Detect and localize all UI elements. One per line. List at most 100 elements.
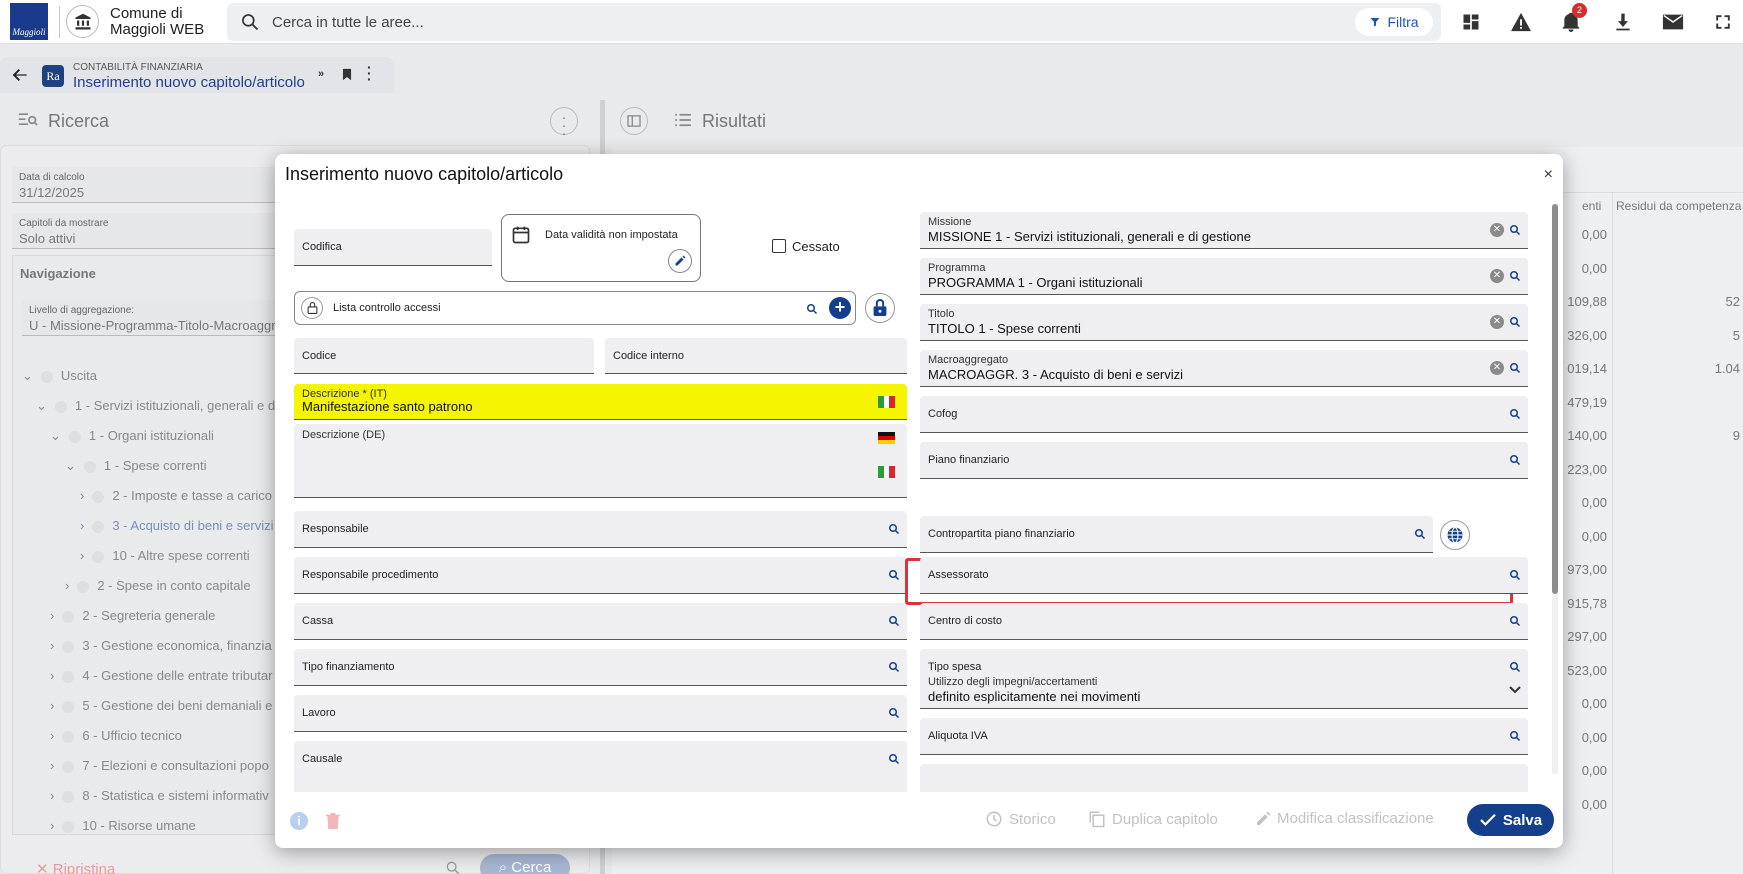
trash-icon[interactable] [325,812,341,830]
search-icon[interactable] [1509,224,1521,236]
clear-icon[interactable]: ✕ [1490,223,1504,237]
tree-item[interactable]: › 8 - Statistica e sistemi informativ [50,788,269,803]
left-field-1[interactable]: Responsabile procedimento [294,557,907,594]
titolo-field[interactable]: Titolo TITOLO 1 - Spese correnti ✕ [920,304,1528,341]
cofog-field[interactable]: Cofog [920,396,1528,433]
search-icon[interactable] [888,569,900,581]
codice-interno-field[interactable]: Codice interno [605,338,907,374]
search-icon[interactable] [1509,454,1521,466]
tree-item[interactable]: › 4 - Gestione delle entrate tributar [50,668,272,683]
storico-button[interactable]: Storico [985,810,1056,828]
search-placeholder[interactable]: Cerca in tutte le aree... [272,14,424,31]
search-icon[interactable] [806,303,818,315]
search-icon[interactable] [1509,362,1521,374]
tree-item[interactable]: › 10 - Risorse umane [50,818,196,833]
tree-item[interactable]: › 2 - Segreteria generale [50,608,215,623]
codifica-field[interactable]: Codifica [294,229,492,266]
dashboard-icon[interactable] [1455,6,1487,38]
mail-icon[interactable] [1657,6,1689,38]
scrollbar-thumb[interactable] [1552,204,1558,594]
zoom-icon[interactable] [445,860,461,874]
clear-icon[interactable]: ✕ [1490,361,1504,375]
left-field-0[interactable]: Responsabile [294,511,907,548]
search-icon[interactable] [888,615,900,627]
clear-icon[interactable]: ✕ [1490,315,1504,329]
info-icon[interactable]: i [290,812,308,830]
search-icon[interactable] [1509,569,1521,581]
tree-item[interactable]: › 3 - Gestione economica, finanzia [50,638,272,653]
tree-item[interactable]: › 10 - Altre spese correnti [80,548,250,563]
search-icon[interactable] [1509,316,1521,328]
aliquota-field[interactable]: Aliquota IVA [920,718,1528,755]
warning-icon[interactable] [1505,6,1537,38]
cessato-checkbox[interactable] [772,239,786,253]
bank-icon[interactable] [66,5,99,38]
utilizzo-field[interactable]: Utilizzo degli impegni/accertamenti defi… [920,672,1528,709]
notifications-icon[interactable]: 2 [1555,3,1587,38]
tree-item-selected[interactable]: › 3 - Acquisto di beni e servizi [80,518,273,533]
open-tab[interactable]: Ra CONTABILITÀ FINANZIARIA Inserimento n… [0,57,394,93]
add-icon[interactable]: + [829,297,851,319]
right-field-1[interactable]: Centro di costo [920,603,1528,640]
tree-item[interactable]: › 5 - Gestione dei beni demaniali e [50,698,272,713]
ripristina-button[interactable]: ✕ Ripristina [36,860,115,874]
search-icon[interactable] [1509,270,1521,282]
bookmark-icon[interactable] [342,68,352,81]
global-search[interactable]: Cerca in tutte le aree... Filtra [227,3,1441,41]
tree-item[interactable]: ⌄ 1 - Organi istituzionali [50,428,214,444]
lock-button[interactable] [865,293,895,323]
tree-item[interactable]: ⌄ Uscita [22,368,97,384]
data-validita-box[interactable]: Data validità non impostata [501,214,701,282]
tree-item[interactable]: › 2 - Imposte e tasse a carico [80,488,272,503]
right-field-0[interactable]: Assessorato [920,557,1528,594]
search-icon[interactable] [888,661,900,673]
left-field-4[interactable]: Lavoro [294,695,907,732]
tree-item[interactable]: › 6 - Ufficio tecnico [50,728,182,743]
duplica-button[interactable]: Duplica capitolo [1088,810,1218,828]
maggioli-logo[interactable]: Maggioli [10,3,48,40]
german-flag-icon[interactable] [878,432,895,444]
tab-menu-icon[interactable]: · · · [367,60,372,86]
search-icon[interactable] [1509,615,1521,627]
search-icon[interactable] [1509,408,1521,420]
cerca-button[interactable]: ⌕ Cerca [480,854,570,874]
dialog-scrollbar[interactable] [1552,204,1558,774]
tree-item[interactable]: › 2 - Spese in conto capitale [65,578,251,593]
tree-item[interactable]: ⌄ 1 - Servizi istituzionali, generali e d… [36,398,278,414]
tree-item[interactable]: › 7 - Elezioni e consultazioni popo [50,758,269,773]
italian-flag-icon[interactable] [878,395,896,408]
extra-field[interactable] [920,764,1528,792]
download-icon[interactable] [1607,6,1639,38]
globe-button[interactable] [1440,520,1470,550]
filter-button[interactable]: Filtra [1355,8,1433,36]
tree-item[interactable]: ⌄ 1 - Spese correnti [65,458,207,474]
lista-controllo-field[interactable]: Lista controllo accessi + [294,291,856,325]
search-pane-menu-icon[interactable]: · · · [550,107,578,140]
missione-field[interactable]: Missione MISSIONE 1 - Servizi istituzion… [920,212,1528,249]
chevron-down-icon[interactable] [1509,686,1521,694]
left-field-3[interactable]: Tipo finanziamento [294,649,907,686]
save-button[interactable]: Salva [1467,804,1554,836]
codice-field[interactable]: Codice [294,338,594,374]
extra-field[interactable] [294,764,907,792]
search-icon[interactable] [888,523,900,535]
back-arrow-icon[interactable] [12,68,28,82]
contropartita-field[interactable]: Contropartita piano finanziario [920,516,1433,553]
descrizione-de-field[interactable]: Descrizione (DE) [294,424,907,498]
italian-flag-icon[interactable] [878,466,896,478]
clear-icon[interactable]: ✕ [1490,269,1504,283]
edit-date-button[interactable] [668,249,692,273]
programma-field[interactable]: Programma PROGRAMMA 1 - Organi istituzio… [920,258,1528,295]
modifica-classificazione-button[interactable]: Modifica classificazione [1255,810,1434,827]
search-icon[interactable] [888,707,900,719]
piano-finanziario-field[interactable]: Piano finanziario [920,442,1528,479]
descrizione-it-value[interactable]: Manifestazione santo patrono [302,399,473,414]
close-icon[interactable]: × [1544,166,1553,184]
forward-icon[interactable]: » [318,68,324,80]
fullscreen-icon[interactable] [1707,6,1739,38]
descrizione-it-field[interactable]: Descrizione * (IT) Manifestazione santo … [294,384,907,420]
search-icon[interactable] [1414,528,1426,540]
search-icon[interactable] [1509,730,1521,742]
left-field-2[interactable]: Cassa [294,603,907,640]
toggle-panel-icon[interactable] [620,107,648,135]
